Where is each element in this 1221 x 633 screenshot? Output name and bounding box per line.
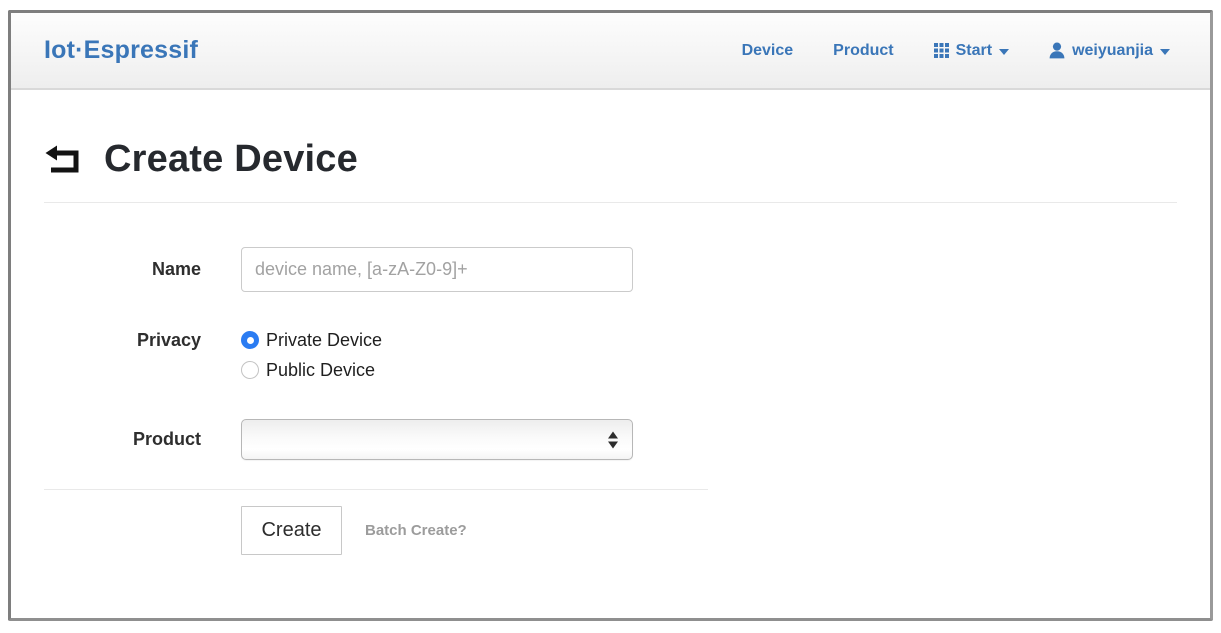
form-row-name: Name	[44, 247, 708, 292]
privacy-label: Privacy	[44, 328, 201, 352]
batch-create-link[interactable]: Batch Create?	[365, 522, 467, 539]
nav-item-user-dropdown[interactable]: weiyuanjia	[1049, 42, 1170, 60]
product-label: Product	[44, 429, 201, 450]
radio-label: Public Device	[266, 358, 375, 382]
product-select[interactable]	[241, 419, 633, 460]
radio-label: Private Device	[266, 328, 382, 352]
privacy-radio-group: Private Device Public Device	[241, 328, 382, 382]
page-content: Create Device Name Privacy Private Devic…	[11, 138, 1210, 555]
page-header: Create Device	[44, 138, 1177, 181]
brand-logo[interactable]: Iot·Espressif	[44, 36, 198, 65]
create-device-form: Name Privacy Private Device Public Devic…	[44, 247, 708, 555]
chevron-down-icon	[1160, 49, 1170, 55]
user-icon	[1049, 42, 1065, 59]
header-divider	[44, 202, 1177, 203]
nav-item-device[interactable]: Device	[742, 42, 794, 60]
form-divider	[44, 489, 708, 490]
radio-button-icon	[241, 361, 259, 379]
radio-private-device[interactable]: Private Device	[241, 328, 382, 352]
grid-icon	[934, 43, 949, 58]
form-row-product: Product	[44, 419, 708, 460]
name-label: Name	[44, 259, 201, 280]
page-title: Create Device	[104, 138, 358, 181]
form-row-privacy: Privacy Private Device Public Device	[44, 328, 708, 382]
create-button[interactable]: Create	[241, 506, 342, 555]
nav-menu: Device Product Start	[742, 42, 1170, 60]
nav-item-label: Start	[956, 42, 992, 60]
nav-item-label: weiyuanjia	[1072, 42, 1153, 60]
nav-item-label: Product	[833, 42, 893, 60]
select-arrows-icon	[608, 431, 618, 448]
nav-item-product[interactable]: Product	[833, 42, 893, 60]
back-arrow-icon[interactable]	[44, 145, 82, 175]
form-actions: Create Batch Create?	[44, 506, 708, 555]
radio-button-icon	[241, 331, 259, 349]
nav-item-label: Device	[742, 42, 794, 60]
chevron-down-icon	[999, 49, 1009, 55]
radio-public-device[interactable]: Public Device	[241, 358, 382, 382]
nav-item-start-dropdown[interactable]: Start	[934, 42, 1009, 60]
device-name-input[interactable]	[241, 247, 633, 292]
navbar: Iot·Espressif Device Product Start	[11, 13, 1210, 90]
app-window: Iot·Espressif Device Product Start	[8, 10, 1213, 621]
